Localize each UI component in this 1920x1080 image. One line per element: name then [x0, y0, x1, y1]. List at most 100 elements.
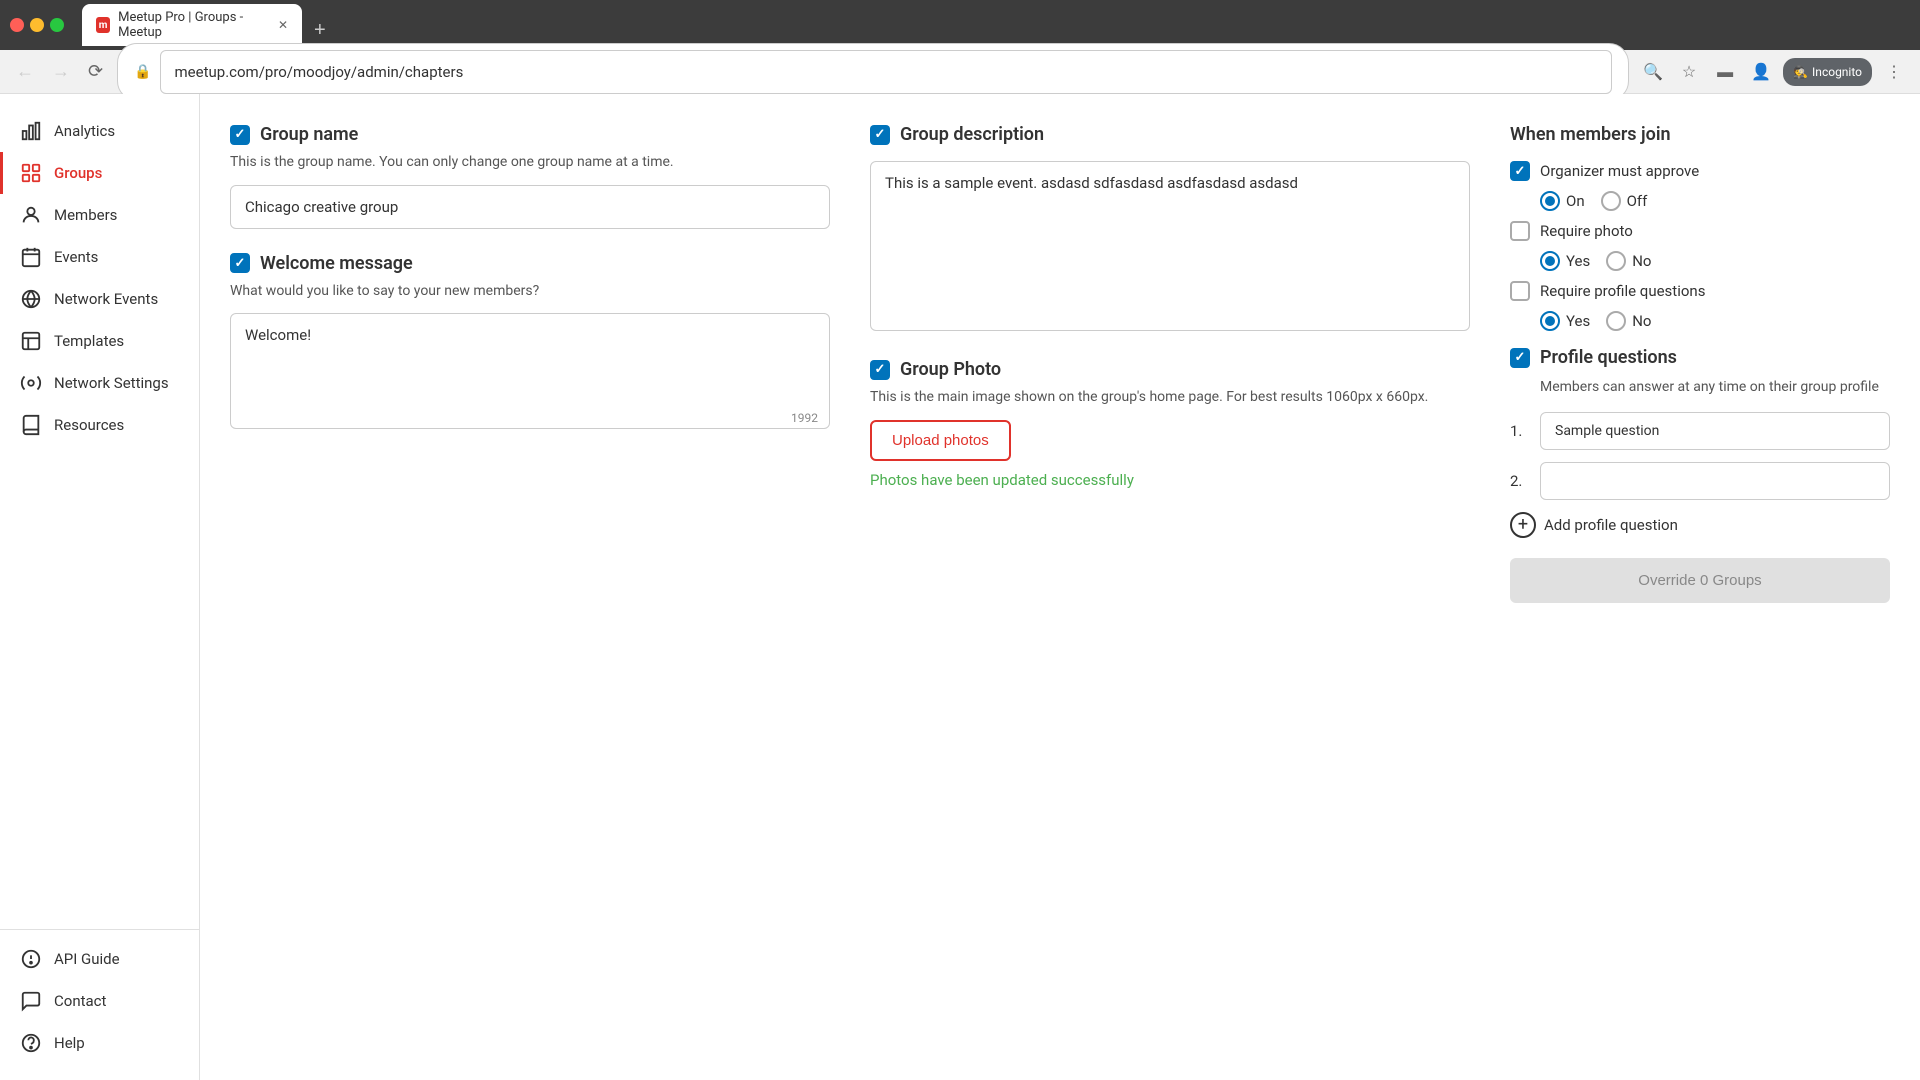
group-description-input[interactable]: This is a sample event. asdasd sdfasdasd… [870, 161, 1470, 331]
profile-icon[interactable]: 👤 [1747, 58, 1775, 86]
sidebar-item-groups[interactable]: Groups [0, 152, 199, 194]
browser-tabs: m Meetup Pro | Groups - Meetup ✕ + [82, 4, 1910, 46]
on-radio-button[interactable] [1540, 191, 1560, 211]
bookmark-icon[interactable]: ☆ [1675, 58, 1703, 86]
resources-icon [20, 414, 42, 436]
profile-questions-description: Members can answer at any time on their … [1540, 378, 1890, 398]
address-bar[interactable]: 🔒 [117, 43, 1629, 101]
api-guide-icon [20, 948, 42, 970]
profile-questions-checkbox[interactable] [1510, 348, 1530, 368]
browser-toolbar-icons: 🔍 ☆ ▬ 👤 🕵 Incognito ⋮ [1639, 58, 1908, 86]
require-photo-checkbox[interactable] [1510, 221, 1530, 241]
require-photo-yes-radio[interactable]: Yes [1540, 251, 1590, 271]
minimize-window-button[interactable] [30, 18, 44, 32]
require-pq-label: Require profile questions [1540, 282, 1705, 300]
require-pq-yes-no: Yes No [1540, 311, 1890, 331]
require-photo-no-radio[interactable]: No [1606, 251, 1651, 271]
group-name-header: Group name [230, 124, 830, 145]
menu-icon[interactable]: ⋮ [1880, 58, 1908, 86]
require-photo-yes-button[interactable] [1540, 251, 1560, 271]
question-row-1: 1. [1510, 412, 1890, 450]
group-photo-section: Group Photo This is the main image shown… [870, 359, 1470, 489]
on-radio[interactable]: On [1540, 191, 1585, 211]
group-description-title: Group description [900, 124, 1044, 145]
sidebar-item-resources[interactable]: Resources [0, 404, 199, 446]
override-groups-button: Override 0 Groups [1510, 558, 1890, 603]
group-description-checkbox[interactable] [870, 125, 890, 145]
middle-column: Group description This is a sample event… [870, 124, 1470, 603]
close-window-button[interactable] [10, 18, 24, 32]
sidebar-item-groups-label: Groups [54, 164, 102, 182]
sidebar-item-api-guide[interactable]: API Guide [0, 938, 199, 980]
active-browser-tab[interactable]: m Meetup Pro | Groups - Meetup ✕ [82, 4, 302, 46]
group-photo-checkbox[interactable] [870, 360, 890, 380]
search-icon[interactable]: 🔍 [1639, 58, 1667, 86]
question-input-1[interactable] [1540, 412, 1890, 450]
url-input[interactable] [160, 50, 1613, 94]
require-photo-no-label: No [1632, 252, 1651, 270]
sidebar: Analytics Groups Members Events Network … [0, 94, 200, 1080]
lock-icon: 🔒 [134, 64, 151, 80]
profile-questions-section: Profile questions Members can answer at … [1510, 347, 1890, 603]
off-radio[interactable]: Off [1601, 191, 1648, 211]
welcome-message-input[interactable]: Welcome! [230, 313, 830, 429]
sidebar-item-contact[interactable]: Contact [0, 980, 199, 1022]
off-radio-button[interactable] [1601, 191, 1621, 211]
new-tab-button[interactable]: + [306, 15, 334, 46]
welcome-message-header: Welcome message [230, 253, 830, 274]
welcome-textarea-container: Welcome! 1992 [230, 313, 830, 433]
sidebar-item-members[interactable]: Members [0, 194, 199, 236]
group-photo-title: Group Photo [900, 359, 1001, 380]
welcome-message-checkbox[interactable] [230, 253, 250, 273]
upload-photos-button[interactable]: Upload photos [870, 420, 1011, 461]
reload-button[interactable]: ⟳ [84, 57, 107, 86]
organizer-approve-checkbox[interactable] [1510, 161, 1530, 181]
when-members-join-title: When members join [1510, 124, 1890, 145]
sidebar-item-analytics[interactable]: Analytics [0, 110, 199, 152]
add-question-icon: + [1510, 512, 1536, 538]
sidebar-item-network-events[interactable]: Network Events [0, 278, 199, 320]
left-column: Group name This is the group name. You c… [230, 124, 830, 603]
group-name-checkbox[interactable] [230, 125, 250, 145]
require-pq-row: Require profile questions [1510, 281, 1890, 301]
question-number-2: 2. [1510, 472, 1530, 490]
off-label: Off [1627, 192, 1648, 210]
group-name-description: This is the group name. You can only cha… [230, 153, 830, 173]
extensions-icon[interactable]: ▬ [1711, 58, 1739, 86]
require-photo-no-button[interactable] [1606, 251, 1626, 271]
members-icon [20, 204, 42, 226]
require-pq-no-radio[interactable]: No [1606, 311, 1651, 331]
tab-close-button[interactable]: ✕ [278, 18, 288, 32]
welcome-message-section: Welcome message What would you like to s… [230, 253, 830, 434]
sidebar-item-events[interactable]: Events [0, 236, 199, 278]
require-pq-no-label: No [1632, 312, 1651, 330]
group-photo-description: This is the main image shown on the grou… [870, 388, 1470, 408]
group-name-input[interactable] [230, 185, 830, 229]
require-photo-label: Require photo [1540, 222, 1633, 240]
require-pq-yes-radio[interactable]: Yes [1540, 311, 1590, 331]
on-label: On [1566, 192, 1585, 210]
sidebar-item-templates[interactable]: Templates [0, 320, 199, 362]
sidebar-item-resources-label: Resources [54, 416, 124, 434]
question-input-2[interactable] [1540, 462, 1890, 500]
back-button[interactable]: ← [12, 57, 38, 86]
require-pq-no-button[interactable] [1606, 311, 1626, 331]
profile-questions-title: Profile questions [1540, 347, 1677, 368]
analytics-icon [20, 120, 42, 142]
group-name-title: Group name [260, 124, 358, 145]
require-pq-checkbox[interactable] [1510, 281, 1530, 301]
sidebar-item-help[interactable]: Help [0, 1022, 199, 1064]
add-question-row[interactable]: + Add profile question [1510, 512, 1890, 538]
maximize-window-button[interactable] [50, 18, 64, 32]
profile-questions-header-row: Profile questions [1510, 347, 1890, 368]
sidebar-item-network-settings[interactable]: Network Settings [0, 362, 199, 404]
incognito-badge: 🕵 Incognito [1783, 58, 1872, 86]
incognito-icon: 🕵 [1793, 65, 1808, 79]
forward-button[interactable]: → [48, 57, 74, 86]
tab-title: Meetup Pro | Groups - Meetup [118, 10, 270, 40]
photo-success-message: Photos have been updated successfully [870, 471, 1470, 489]
help-icon [20, 1032, 42, 1054]
sidebar-item-network-settings-label: Network Settings [54, 374, 169, 392]
sidebar-item-network-events-label: Network Events [54, 290, 158, 308]
require-pq-yes-button[interactable] [1540, 311, 1560, 331]
